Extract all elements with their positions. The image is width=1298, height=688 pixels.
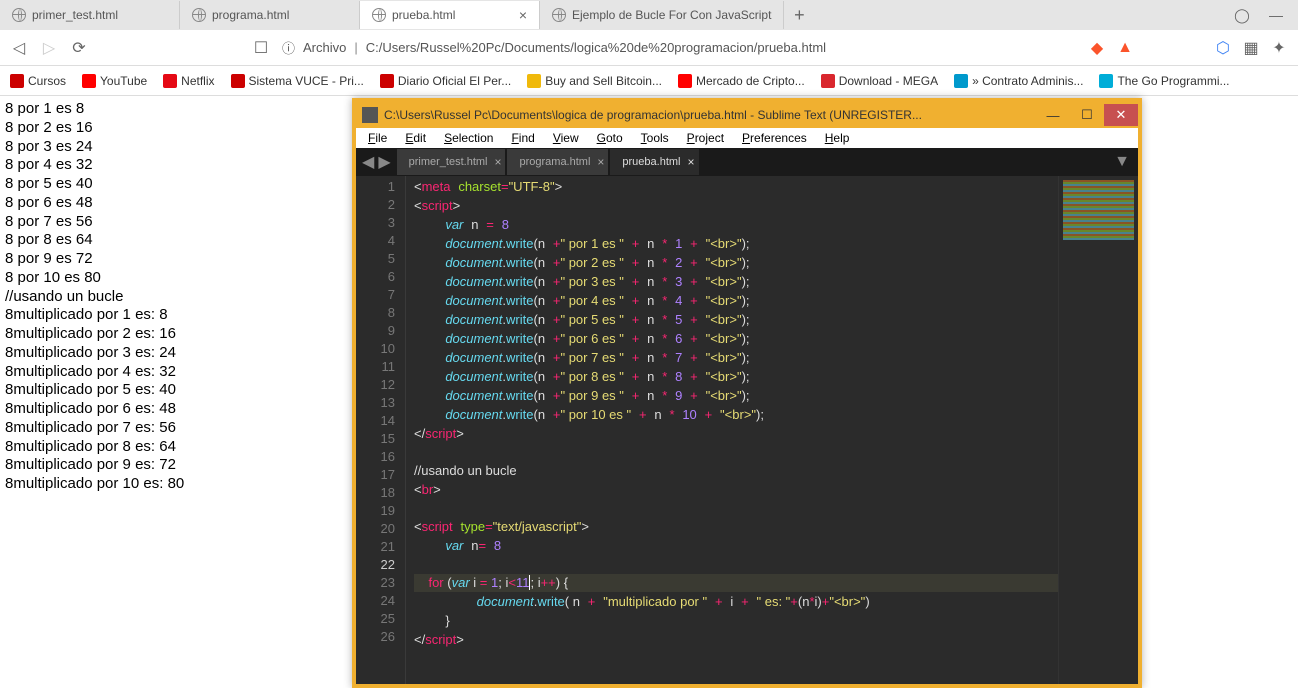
globe-icon: [372, 8, 386, 22]
sublime-tab-back-icon[interactable]: ◀: [362, 152, 374, 172]
sublime-tab-menu-icon[interactable]: ▼: [1106, 153, 1138, 171]
bookmark-label: Buy and Sell Bitcoin...: [545, 74, 662, 88]
sublime-tab-fwd-icon[interactable]: ▶: [378, 152, 390, 172]
close-icon[interactable]: ×: [494, 155, 501, 169]
bookmark-label: YouTube: [100, 74, 147, 88]
bookmark-item[interactable]: Download - MEGA: [821, 74, 938, 88]
favicon: [1099, 74, 1113, 88]
sublime-title-text: C:\Users\Russel Pc\Documents\logica de p…: [384, 108, 922, 122]
bookmark-label: Cursos: [28, 74, 66, 88]
bookmark-item[interactable]: Sistema VUCE - Pri...: [231, 74, 364, 88]
sublime-app-icon: [362, 107, 378, 123]
sublime-minimize-button[interactable]: —: [1036, 104, 1070, 126]
favicon: [82, 74, 96, 88]
bookmark-item[interactable]: YouTube: [82, 74, 147, 88]
minimap[interactable]: [1058, 176, 1138, 684]
browser-tab[interactable]: primer_test.html: [0, 1, 180, 29]
editor-tab[interactable]: primer_test.html ×: [397, 149, 506, 175]
favicon: [678, 74, 692, 88]
menu-item-help[interactable]: Help: [817, 129, 858, 147]
globe-icon: [192, 8, 206, 22]
brave-logo-icon[interactable]: ▲: [1116, 39, 1134, 57]
editor-tab[interactable]: programa.html ×: [507, 149, 608, 175]
globe-icon: [552, 8, 566, 22]
tab-title: primer_test.html: [32, 8, 118, 22]
editor-tab-label: programa.html: [519, 156, 590, 168]
bookmarks-bar: Cursos YouTube Netflix Sistema VUCE - Pri..…: [0, 66, 1298, 96]
close-icon[interactable]: ×: [597, 155, 604, 169]
forward-button[interactable]: ▷: [40, 39, 58, 57]
menu-item-goto[interactable]: Goto: [589, 129, 631, 147]
bookmark-label: » Contrato Adminis...: [972, 74, 1083, 88]
favicon: [163, 74, 177, 88]
info-icon: ⓘ: [282, 38, 295, 57]
code-editor[interactable]: <meta charset="UTF-8"> <script> var n = …: [406, 176, 1058, 684]
favicon: [231, 74, 245, 88]
bookmark-label: Diario Oficial El Per...: [398, 74, 511, 88]
back-button[interactable]: ◁: [10, 39, 28, 57]
bookmark-item[interactable]: Netflix: [163, 74, 214, 88]
favicon: [954, 74, 968, 88]
editor-tab[interactable]: prueba.html ×: [610, 149, 698, 175]
favicon: [10, 74, 24, 88]
sublime-menubar: FileEditSelectionFindViewGotoToolsProjec…: [356, 128, 1138, 148]
menu-item-tools[interactable]: Tools: [633, 129, 677, 147]
bookmark-item[interactable]: Buy and Sell Bitcoin...: [527, 74, 662, 88]
url-prefix: Archivo: [303, 40, 346, 55]
bookmark-label: Sistema VUCE - Pri...: [249, 74, 364, 88]
account-icon[interactable]: ◯: [1230, 3, 1254, 27]
menu-item-selection[interactable]: Selection: [436, 129, 501, 147]
menu-item-edit[interactable]: Edit: [397, 129, 434, 147]
minimize-button[interactable]: —: [1264, 3, 1288, 27]
url-text: C:/Users/Russel%20Pc/Documents/logica%20…: [366, 40, 826, 55]
sublime-close-button[interactable]: ✕: [1104, 104, 1138, 126]
address-bar[interactable]: ⓘ Archivo | C:/Users/Russel%20Pc/Documen…: [282, 38, 1076, 57]
bookmark-label: The Go Programmi...: [1117, 74, 1229, 88]
close-icon[interactable]: ×: [687, 155, 694, 169]
reader-icon[interactable]: ▦: [1242, 39, 1260, 57]
bookmark-item[interactable]: » Contrato Adminis...: [954, 74, 1083, 88]
bookmark-item[interactable]: Diario Oficial El Per...: [380, 74, 511, 88]
new-tab-button[interactable]: +: [784, 5, 814, 26]
sublime-titlebar[interactable]: C:\Users\Russel Pc\Documents\logica de p…: [356, 102, 1138, 128]
line-gutter[interactable]: 1234567891011121314151617181920212223242…: [356, 176, 406, 684]
editor-tab-label: primer_test.html: [409, 156, 488, 168]
sublime-tab-strip: ◀ ▶ primer_test.html×programa.html×prueb…: [356, 148, 1138, 176]
tab-title: Ejemplo de Bucle For Con JavaScript: [572, 8, 771, 22]
browser-toolbar: ◁ ▷ ⟳ ☐ ⓘ Archivo | C:/Users/Russel%20Pc…: [0, 30, 1298, 66]
close-icon[interactable]: ×: [519, 7, 527, 23]
bookmark-label: Download - MEGA: [839, 74, 938, 88]
menu-item-preferences[interactable]: Preferences: [734, 129, 815, 147]
page-body: 8 por 1 es 88 por 2 es 168 por 3 es 248 …: [5, 100, 184, 494]
bookmark-item[interactable]: Cursos: [10, 74, 66, 88]
bookmark-item[interactable]: The Go Programmi...: [1099, 74, 1229, 88]
bookmark-label: Mercado de Cripto...: [696, 74, 805, 88]
menu-item-project[interactable]: Project: [679, 129, 732, 147]
editor-tab-label: prueba.html: [622, 156, 680, 168]
sublime-window: C:\Users\Russel Pc\Documents\logica de p…: [352, 98, 1142, 688]
reload-button[interactable]: ⟳: [70, 39, 88, 57]
globe-icon: [12, 8, 26, 22]
favicon: [380, 74, 394, 88]
browser-tab[interactable]: programa.html: [180, 1, 360, 29]
sublime-maximize-button[interactable]: ☐: [1070, 104, 1104, 126]
bookmark-label: Netflix: [181, 74, 214, 88]
browser-tab-strip: primer_test.html programa.html prueba.html…: [0, 0, 1298, 30]
extensions-icon[interactable]: ✦: [1270, 39, 1288, 57]
favicon: [527, 74, 541, 88]
browser-tab[interactable]: Ejemplo de Bucle For Con JavaScript: [540, 1, 784, 29]
bookmark-item[interactable]: Mercado de Cripto...: [678, 74, 805, 88]
menu-item-file[interactable]: File: [360, 129, 395, 147]
menu-item-view[interactable]: View: [545, 129, 587, 147]
translate-icon[interactable]: ⬡: [1214, 39, 1232, 57]
menu-item-find[interactable]: Find: [503, 129, 542, 147]
tab-title: prueba.html: [392, 8, 455, 22]
bookmark-icon[interactable]: ☐: [252, 39, 270, 57]
brave-shield-icon[interactable]: ◆: [1088, 39, 1106, 57]
favicon: [821, 74, 835, 88]
browser-tab[interactable]: prueba.html ×: [360, 1, 540, 29]
tab-title: programa.html: [212, 8, 289, 22]
